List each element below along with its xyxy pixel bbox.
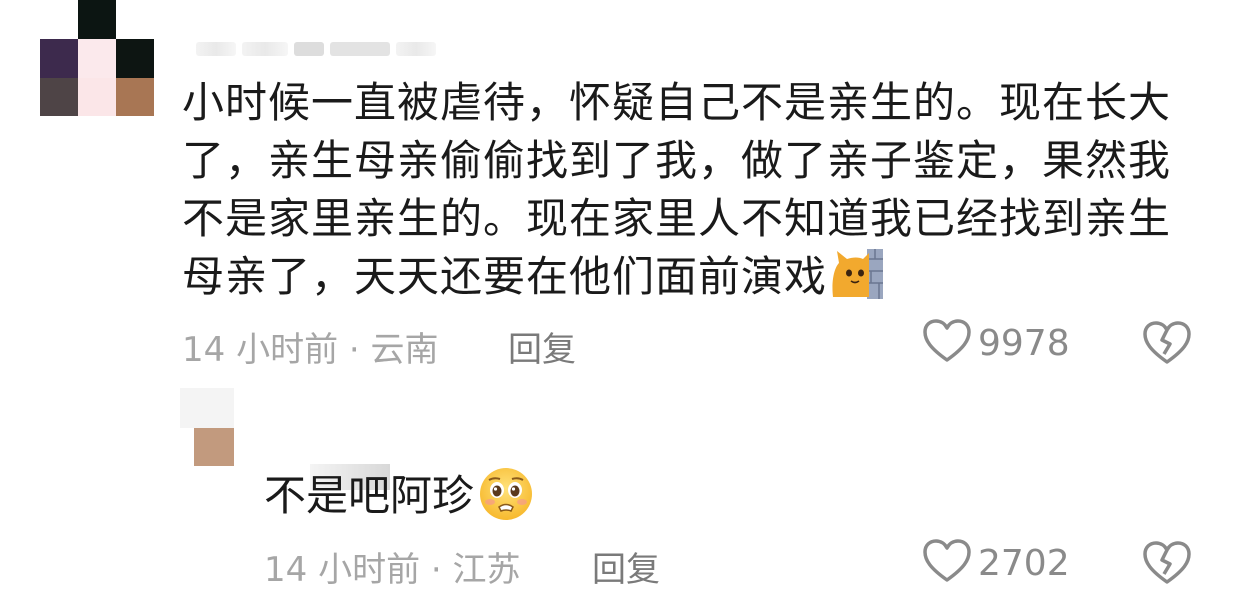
like-button[interactable]: 9978 [922,318,1070,368]
comment-meta: 14 小时前 · 江苏 [264,542,521,591]
reply-button[interactable]: 回复 [592,542,660,591]
cat-peeking-emoji [831,249,884,299]
avatar[interactable] [40,0,154,116]
comment-meta: 14 小时前 · 云南 [182,322,439,371]
meta-separator: · [430,550,442,590]
heart-icon [922,318,972,368]
comment-text-content: 小时候一直被虐待，怀疑自己不是亲生的。现在长大了，亲生母亲偷偷找到了我，做了亲子… [182,78,1172,301]
comment-text: 不是吧阿珍 [264,466,534,537]
meta-separator: · [348,330,360,370]
comment-item: 小时候一直被虐待，怀疑自己不是亲生的。现在长大了，亲生母亲偷偷找到了我，做了亲子… [0,0,1242,380]
comment-location: 江苏 [452,550,521,590]
reply-button[interactable]: 回复 [508,322,576,371]
comment-time: 14 小时前 [182,330,339,370]
reply-comment-item: 不是吧阿珍 14 小时前 · 江苏 回复 2702 [0,380,1242,606]
like-button[interactable]: 2702 [922,538,1070,588]
like-count: 9978 [978,322,1070,364]
like-count: 2702 [978,542,1070,584]
broken-heart-icon[interactable] [1142,320,1192,370]
avatar[interactable] [180,388,234,466]
heart-icon [922,538,972,588]
comment-location: 云南 [370,330,439,370]
broken-heart-icon[interactable] [1142,540,1192,590]
comment-text: 小时候一直被虐待，怀疑自己不是亲生的。现在长大了，亲生母亲偷偷找到了我，做了亲子… [182,74,1182,306]
comment-time: 14 小时前 [264,550,421,590]
pleading-face-emoji [478,466,534,537]
comment-text-content: 不是吧阿珍 [264,471,475,520]
username-blurred[interactable] [196,40,476,58]
